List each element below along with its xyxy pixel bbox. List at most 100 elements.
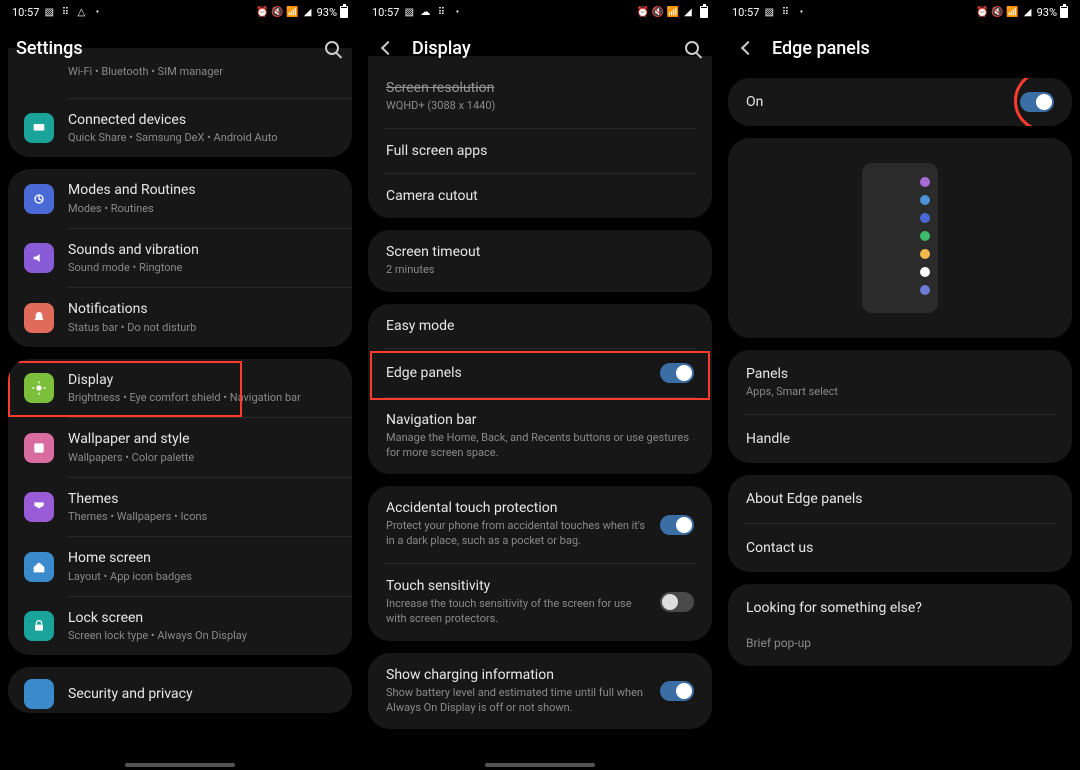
edge-master-toggle[interactable] xyxy=(1020,92,1054,112)
chevron-left-icon xyxy=(741,41,755,55)
accidental-touch-toggle[interactable] xyxy=(660,515,694,535)
row-label: Contact us xyxy=(746,540,1054,556)
preview-dot xyxy=(920,285,930,295)
display-row-screen-timeout[interactable]: Screen timeout 2 minutes xyxy=(368,230,712,292)
settings-card-b: Modes and Routines Modes • Routines Soun… xyxy=(8,169,352,346)
notifications-icon xyxy=(24,303,54,333)
home-icon xyxy=(24,552,54,582)
signal-icon: ◢ xyxy=(1022,6,1034,18)
home-indicator[interactable] xyxy=(485,763,595,767)
display-row-touch-sensitivity[interactable]: Touch sensitivity Increase the touch sen… xyxy=(368,564,712,641)
settings-row-security-peek[interactable]: Security and privacy xyxy=(8,667,352,713)
edge-panels-toggle[interactable] xyxy=(660,363,694,383)
dot-icon: • xyxy=(91,6,103,18)
edge-row-panels[interactable]: Panels Apps, Smart select xyxy=(728,350,1072,414)
settings-row-notifications[interactable]: Notifications Status bar • Do not distur… xyxy=(8,288,352,346)
looking-item: Brief pop-up xyxy=(746,636,1054,650)
preview-dot xyxy=(920,177,930,187)
security-icon xyxy=(24,679,54,709)
row-sub: WQHD+ (3088 x 1440) xyxy=(386,99,694,114)
mute-icon: 🔇 xyxy=(652,6,664,18)
charging-info-toggle[interactable] xyxy=(660,681,694,701)
row-title: Camera cutout xyxy=(386,188,694,204)
settings-row-connected-devices[interactable]: Connected devices Quick Share • Samsung … xyxy=(8,99,352,157)
edge-row-brief-popup[interactable]: Brief pop-up xyxy=(728,632,1072,666)
display-row-easy-mode[interactable]: Easy mode xyxy=(368,304,712,348)
edge-row-about[interactable]: About Edge panels xyxy=(728,475,1072,523)
sounds-icon xyxy=(24,243,54,273)
preview-dot xyxy=(920,267,930,277)
row-title: Full screen apps xyxy=(386,143,694,159)
row-sub: Quick Share • Samsung DeX • Android Auto xyxy=(68,131,336,145)
row-label: Home screen xyxy=(68,549,336,567)
row-sub: Manage the Home, Back, and Recents butto… xyxy=(386,431,694,461)
battery-text: 93% xyxy=(317,6,337,19)
wifi-icon: 📶 xyxy=(667,6,679,18)
status-bar: 10:57 ▧ ⠿ • ⏰ 🔇 📶 ◢ 93% xyxy=(720,0,1080,24)
image-icon: ▧ xyxy=(763,6,775,18)
row-label: Sounds and vibration xyxy=(68,241,336,259)
battery-icon xyxy=(700,6,708,18)
edge-master-row[interactable]: On xyxy=(728,78,1072,126)
display-row-charging-info[interactable]: Show charging information Show battery l… xyxy=(368,653,712,730)
signal-icon: ◢ xyxy=(302,6,314,18)
looking-title: Looking for something else? xyxy=(746,600,1054,616)
row-sub: Brightness • Eye comfort shield • Naviga… xyxy=(68,391,336,405)
row-sub: Screen lock type • Always On Display xyxy=(68,629,336,643)
modes-icon xyxy=(24,184,54,214)
settings-row-sounds[interactable]: Sounds and vibration Sound mode • Ringto… xyxy=(8,229,352,287)
settings-row-connections-cut[interactable]: Wi-Fi • Bluetooth • SIM manager xyxy=(8,52,352,98)
status-bar: 10:57 ▧ ⠿ △ • ⏰ 🔇 📶 ◢ 93% xyxy=(0,0,360,24)
dot-icon: • xyxy=(451,6,463,18)
back-button[interactable] xyxy=(736,36,760,60)
preview-dot xyxy=(920,195,930,205)
row-sub: Show battery level and estimated time un… xyxy=(386,686,648,716)
home-indicator[interactable] xyxy=(125,763,235,767)
display-row-navigation-bar[interactable]: Navigation bar Manage the Home, Back, an… xyxy=(368,398,712,475)
preview-dot xyxy=(920,213,930,223)
settings-row-modes[interactable]: Modes and Routines Modes • Routines xyxy=(8,169,352,227)
chevron-left-icon xyxy=(381,41,395,55)
connected-devices-icon xyxy=(24,113,54,143)
touch-sensitivity-toggle[interactable] xyxy=(660,592,694,612)
display-row-resolution[interactable]: Screen resolution WQHD+ (3088 x 1440) xyxy=(368,76,712,128)
cloud-icon: ☁ xyxy=(419,6,431,18)
display-row-edge-panels[interactable]: Edge panels xyxy=(368,349,712,397)
settings-card-c: Display Brightness • Eye comfort shield … xyxy=(8,359,352,655)
row-sub: Increase the touch sensitivity of the sc… xyxy=(386,597,648,627)
row-title: Show charging information xyxy=(386,667,648,683)
signal-icon: ◢ xyxy=(682,6,694,18)
edge-preview-dots xyxy=(920,177,930,295)
row-label: Themes xyxy=(68,490,336,508)
row-sub: Modes • Routines xyxy=(68,202,336,216)
edge-row-contact[interactable]: Contact us xyxy=(728,524,1072,572)
settings-row-home-screen[interactable]: Home screen Layout • App icon badges xyxy=(8,537,352,595)
edge-card-panels-handle: Panels Apps, Smart select Handle xyxy=(728,350,1072,463)
display-row-camera-cutout[interactable]: Camera cutout xyxy=(368,174,712,218)
settings-row-lock-screen[interactable]: Lock screen Screen lock type • Always On… xyxy=(8,597,352,655)
dot-icon: • xyxy=(795,6,807,18)
image-icon: ▧ xyxy=(403,6,415,18)
row-label: Notifications xyxy=(68,300,336,318)
search-button[interactable] xyxy=(680,36,704,60)
image-icon: ▧ xyxy=(43,6,55,18)
search-icon xyxy=(685,41,699,55)
settings-row-themes[interactable]: Themes Themes • Wallpapers • Icons xyxy=(8,478,352,536)
settings-card-connections-cut: Wi-Fi • Bluetooth • SIM manager Connecte… xyxy=(8,48,352,157)
row-sub: Wallpapers • Color palette xyxy=(68,451,336,465)
settings-row-wallpaper[interactable]: Wallpaper and style Wallpapers • Color p… xyxy=(8,418,352,476)
row-label: Display xyxy=(68,371,336,389)
display-card-touch: Accidental touch protection Protect your… xyxy=(368,486,712,640)
pane-settings: 10:57 ▧ ⠿ △ • ⏰ 🔇 📶 ◢ 93% Settings Wi-Fi… xyxy=(0,0,360,770)
settings-row-display[interactable]: Display Brightness • Eye comfort shield … xyxy=(8,359,352,417)
row-title: Navigation bar xyxy=(386,412,694,428)
back-button[interactable] xyxy=(376,36,400,60)
display-row-accidental-touch[interactable]: Accidental touch protection Protect your… xyxy=(368,486,712,563)
edge-preview xyxy=(728,138,1072,338)
edge-row-handle[interactable]: Handle xyxy=(728,415,1072,463)
pane-edge-panels: 10:57 ▧ ⠿ • ⏰ 🔇 📶 ◢ 93% Edge panels On xyxy=(720,0,1080,770)
display-row-fullscreen-apps[interactable]: Full screen apps xyxy=(368,129,712,173)
display-card-charging: Show charging information Show battery l… xyxy=(368,653,712,730)
wifi-icon: 📶 xyxy=(1007,6,1019,18)
display-card-top-cut: Screen resolution WQHD+ (3088 x 1440) Fu… xyxy=(368,56,712,218)
